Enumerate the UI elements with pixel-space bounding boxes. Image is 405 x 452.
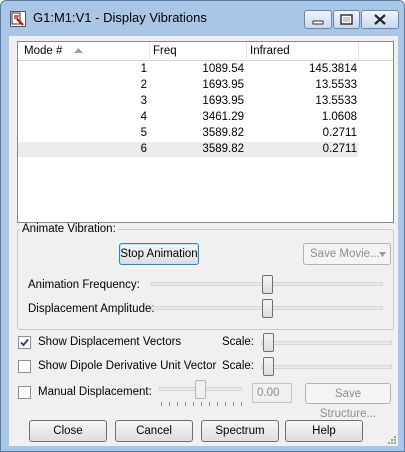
show-dipole-derivative-label[interactable]: Show Dipole Derivative Unit Vector (38, 360, 216, 372)
table-row[interactable]: 1 1089.54 145.3814 (18, 62, 358, 77)
column-separator[interactable] (149, 42, 150, 61)
slider-tick (161, 402, 162, 406)
show-dipole-derivative-checkbox[interactable] (18, 360, 31, 373)
cell-mode: 5 (140, 127, 147, 139)
spectrum-button[interactable]: Spectrum (201, 420, 279, 442)
slider-tick (193, 402, 194, 406)
dropdown-arrow-icon (379, 252, 386, 257)
stop-animation-button[interactable]: Stop Animation (119, 243, 199, 265)
manual-displacement-ticks (161, 402, 242, 407)
table-row[interactable]: 6 3589.82 0.2711 (18, 142, 358, 157)
slider-tick (233, 402, 234, 406)
slider-tick (209, 402, 210, 406)
vectors-scale-label: Scale: (222, 336, 254, 348)
table-row[interactable]: 2 1693.95 13.5533 (18, 78, 358, 93)
header-freq[interactable]: Freq (153, 45, 177, 57)
maximize-button[interactable] (333, 10, 360, 29)
cell-freq: 3461.29 (202, 111, 244, 123)
cell-infrared: 0.2711 (322, 143, 357, 155)
minimize-button[interactable] (304, 10, 332, 29)
animation-frequency-label: Animation Frequency: (28, 279, 140, 291)
cell-freq: 3589.82 (202, 127, 244, 139)
sort-ascending-icon (74, 48, 83, 53)
cell-mode: 1 (140, 63, 147, 75)
show-displacement-vectors-label[interactable]: Show Displacement Vectors (38, 336, 181, 348)
cell-freq: 1089.54 (202, 63, 244, 75)
cell-mode: 3 (140, 95, 147, 107)
cell-freq: 1693.95 (202, 79, 244, 91)
slider-tick (225, 402, 226, 406)
cell-mode: 2 (140, 79, 147, 91)
cancel-button[interactable]: Cancel (115, 420, 193, 442)
minimize-icon (312, 20, 324, 25)
show-displacement-vectors-checkbox[interactable] (18, 336, 31, 349)
header-infrared[interactable]: Infrared (250, 45, 290, 57)
displacement-amplitude-slider[interactable] (261, 299, 273, 318)
close-icon (374, 14, 386, 25)
cell-infrared: 13.5533 (315, 95, 357, 107)
save-movie-label: Save Movie... (310, 248, 380, 260)
close-window-button[interactable] (361, 10, 399, 29)
dialog-client-area: Mode # Freq Infrared 1 1089.54 145.3814 2 16… (9, 36, 398, 446)
slider-tick (217, 402, 218, 406)
cell-infrared: 1.0608 (321, 111, 357, 123)
slider-tick (169, 402, 170, 406)
help-button[interactable]: Help (285, 420, 363, 442)
close-button[interactable]: Close (29, 420, 107, 442)
table-row[interactable]: 3 1693.95 13.5533 (18, 94, 358, 109)
manual-displacement-slider[interactable] (195, 380, 206, 399)
window-title: G1:M1:V1 - Display Vibrations (33, 10, 207, 25)
displacement-amplitude-label: Displacement Amplitude: (28, 303, 155, 315)
manual-displacement-label[interactable]: Manual Displacement: (38, 386, 152, 398)
gaussview-app-icon (10, 11, 26, 27)
resize-grip-icon[interactable] (386, 434, 396, 444)
table-row[interactable]: 4 3461.29 1.0608 (18, 110, 358, 125)
animate-vibration-label: Animate Vibration: (20, 223, 118, 235)
cell-mode: 4 (140, 111, 147, 123)
manual-displacement-checkbox[interactable] (18, 386, 31, 399)
cell-infrared: 0.2711 (322, 127, 357, 139)
cell-infrared: 13.5533 (315, 79, 357, 91)
title-bar[interactable]: G1:M1:V1 - Display Vibrations (1, 1, 404, 35)
maximize-icon (340, 14, 353, 25)
column-separator[interactable] (246, 42, 247, 61)
save-movie-button[interactable]: Save Movie... (303, 243, 391, 265)
column-separator[interactable] (358, 42, 359, 61)
slider-tick (201, 402, 202, 406)
slider-tick (177, 402, 178, 406)
slider-tick (185, 402, 186, 406)
checkmark-icon (20, 338, 29, 347)
dipole-scale-slider[interactable] (263, 357, 274, 376)
dipole-scale-track[interactable] (261, 365, 392, 369)
dipole-scale-label: Scale: (222, 360, 254, 372)
animation-frequency-slider[interactable] (261, 275, 273, 294)
slider-tick (241, 402, 242, 406)
vibration-modes-table[interactable]: Mode # Freq Infrared 1 1089.54 145.3814 2 16… (17, 41, 394, 223)
display-vibrations-window: G1:M1:V1 - Display Vibrations Mode # Fre… (0, 0, 405, 452)
table-row[interactable]: 5 3589.82 0.2711 (18, 126, 358, 141)
save-structure-button[interactable]: Save Structure... (305, 383, 391, 420)
vectors-scale-slider[interactable] (263, 333, 274, 352)
cell-freq: 3589.82 (202, 143, 244, 155)
cell-infrared: 145.3814 (309, 63, 357, 75)
cell-mode: 6 (140, 143, 147, 155)
manual-displacement-value[interactable]: 0.00 (252, 383, 292, 403)
header-mode[interactable]: Mode # (24, 45, 62, 57)
cell-freq: 1693.95 (202, 95, 244, 107)
vectors-scale-track[interactable] (261, 341, 392, 345)
table-header: Mode # Freq Infrared (18, 42, 393, 61)
